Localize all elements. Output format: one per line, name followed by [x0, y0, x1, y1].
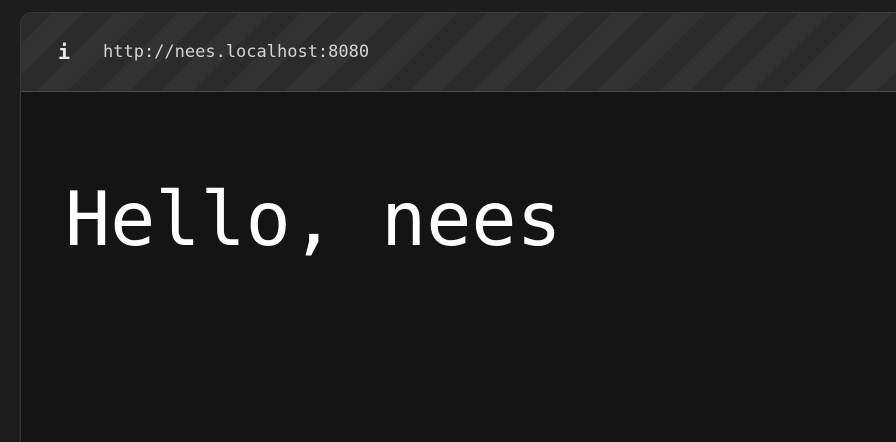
page-heading: Hello, nees — [65, 175, 562, 263]
page-content: Hello, nees — [21, 92, 896, 442]
info-icon[interactable]: i — [57, 40, 71, 64]
url-field[interactable]: http://nees.localhost:8080 — [103, 40, 369, 64]
address-bar[interactable]: i http://nees.localhost:8080 — [21, 13, 896, 92]
browser-window: i http://nees.localhost:8080 Hello, nees — [20, 12, 896, 442]
